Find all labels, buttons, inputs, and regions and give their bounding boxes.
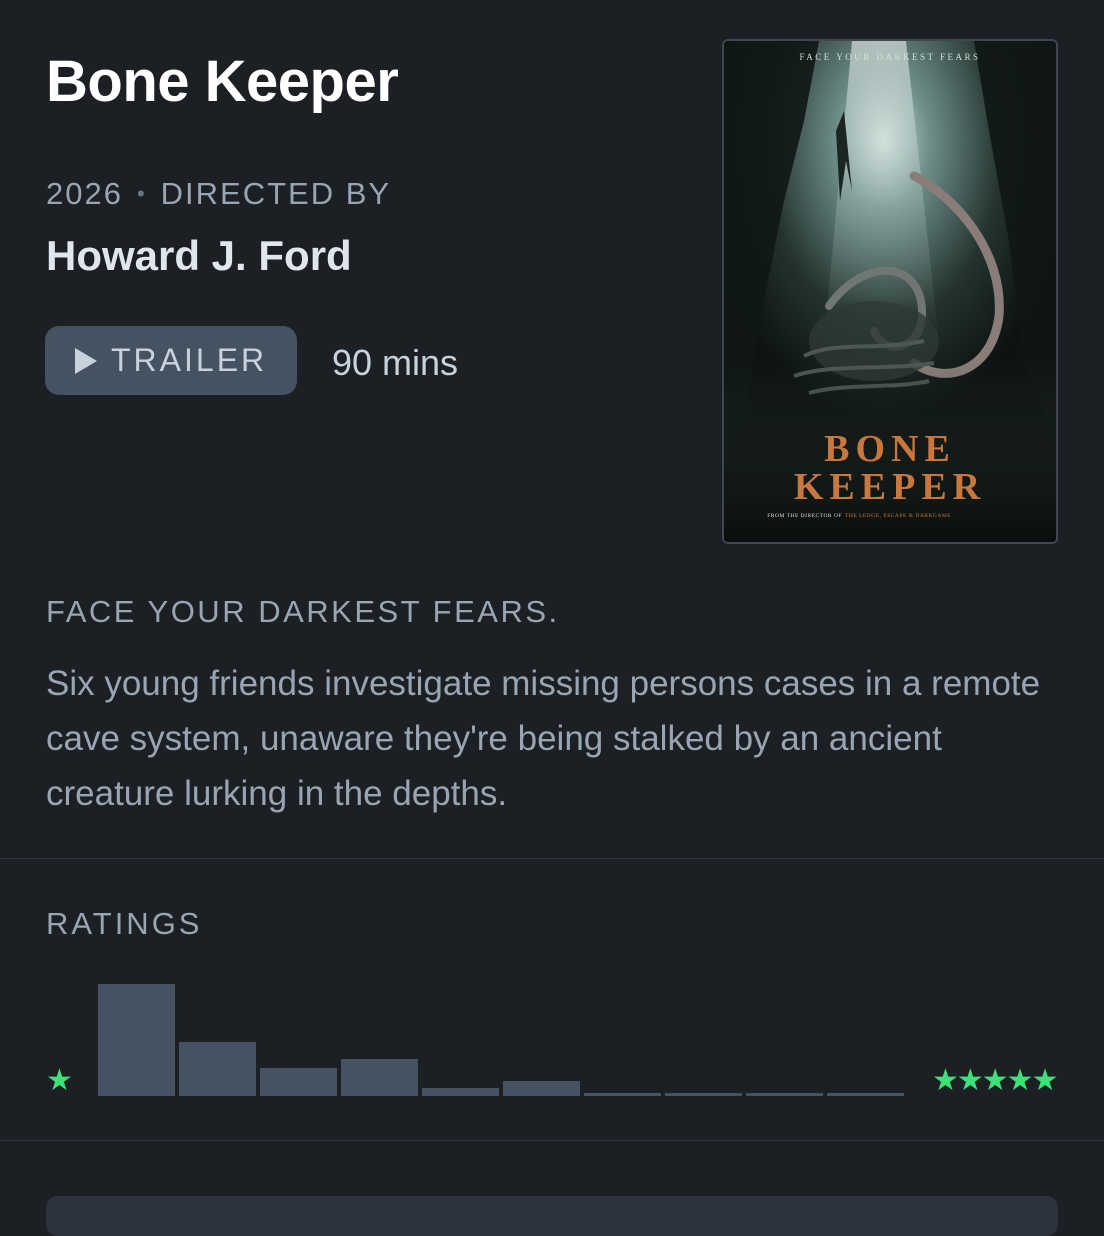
- ratings-histogram[interactable]: [98, 980, 906, 1096]
- poster-credit-films: THE LEDGE, ESCAPE & DARKGAME: [845, 513, 951, 519]
- film-title: Bone Keeper: [46, 49, 399, 114]
- separator-dot: •: [136, 181, 147, 206]
- section-divider: [0, 1140, 1104, 1141]
- film-poster[interactable]: FACE YOUR DARKEST FEARS BONE KEEPER FROM…: [722, 39, 1058, 544]
- trailer-label: TRAILER: [111, 342, 268, 378]
- bottom-card[interactable]: [46, 1196, 1058, 1236]
- tagline: FACE YOUR DARKEST FEARS.: [46, 594, 560, 629]
- trailer-button[interactable]: TRAILER: [45, 326, 297, 395]
- poster-artwork: FACE YOUR DARKEST FEARS BONE KEEPER FROM…: [724, 41, 1056, 542]
- rating-bar[interactable]: [260, 1068, 337, 1096]
- one-star-icon: ★: [46, 1064, 73, 1097]
- ratings-label: RATINGS: [46, 906, 203, 941]
- rating-bar[interactable]: [827, 1093, 904, 1096]
- poster-credit-prefix: FROM THE DIRECTOR OF: [767, 513, 842, 519]
- rating-bar[interactable]: [179, 1042, 256, 1096]
- rating-bar[interactable]: [341, 1059, 418, 1096]
- play-icon: [75, 347, 97, 374]
- rating-bar[interactable]: [422, 1088, 499, 1096]
- rating-bar[interactable]: [503, 1081, 580, 1096]
- synopsis: Six young friends investigate missing pe…: [46, 664, 1041, 813]
- release-year[interactable]: 2026: [46, 176, 123, 212]
- poster-tagline: FACE YOUR DARKEST FEARS: [799, 52, 980, 62]
- five-stars-icon: ★★★★★: [932, 1064, 1058, 1097]
- rating-bar[interactable]: [98, 984, 175, 1096]
- rating-bar[interactable]: [665, 1093, 742, 1096]
- poster-title-line2: KEEPER: [794, 466, 986, 508]
- runtime: 90 mins: [332, 342, 459, 383]
- rating-bar[interactable]: [584, 1093, 661, 1096]
- directed-by-label: DIRECTED BY: [160, 176, 392, 211]
- back-chevron-icon[interactable]: [58, 0, 80, 8]
- director-name[interactable]: Howard J. Ford: [46, 232, 352, 280]
- rating-bar[interactable]: [746, 1093, 823, 1096]
- poster-title-line1: BONE: [824, 428, 956, 470]
- film-meta: 2026 • DIRECTED BY: [46, 176, 391, 212]
- section-divider: [0, 858, 1104, 859]
